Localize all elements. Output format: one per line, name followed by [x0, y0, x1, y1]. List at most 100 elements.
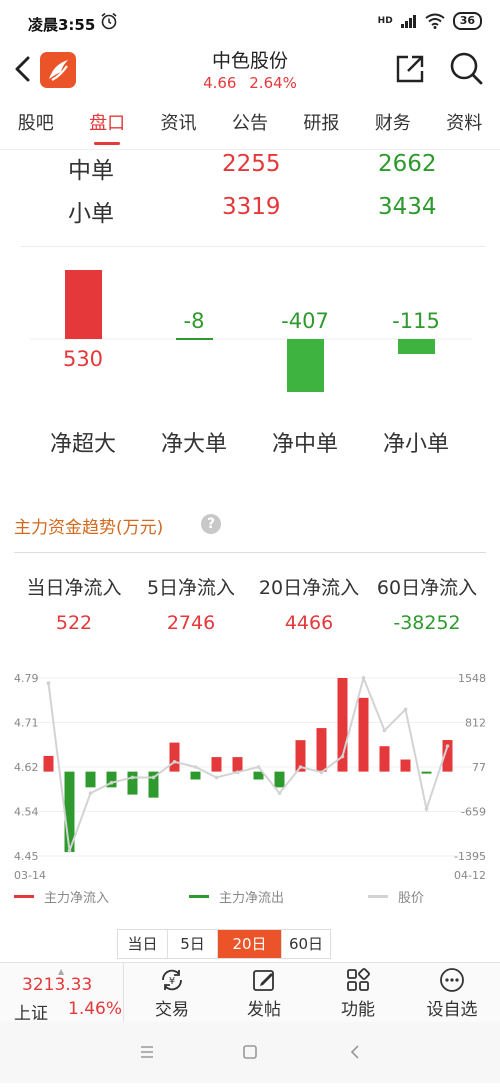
- net-value-medium: -407: [281, 309, 329, 333]
- period-selector: 当日 5日 20日 60日: [117, 929, 331, 959]
- net-label-large: 净大单: [160, 432, 227, 457]
- net-bar-super-large: [65, 270, 102, 339]
- y-right-tick: -1395: [454, 850, 486, 863]
- y-right-tick: 1548: [458, 672, 486, 685]
- status-icons: HD 36: [378, 12, 482, 30]
- flow-stat-value: -38252: [393, 612, 461, 634]
- status-time: 凌晨3:55: [28, 16, 96, 34]
- stock-header: 中色股份 4.66 2.64%: [0, 44, 500, 100]
- tab-profile[interactable]: 资料: [429, 100, 500, 149]
- tab-pankou[interactable]: 盘口: [71, 100, 142, 149]
- legend-swatch-price: [368, 895, 388, 898]
- nav-label: 交易: [155, 1000, 189, 1020]
- back-icon[interactable]: [350, 1045, 359, 1059]
- pencil-icon: [253, 970, 274, 991]
- period-20d[interactable]: 20日: [218, 930, 282, 958]
- flow-bar: [85, 771, 96, 788]
- y-left-tick: 4.54: [14, 806, 39, 819]
- legend-label: 主力净流入: [44, 891, 110, 906]
- more-dots-icon: [440, 968, 464, 992]
- order-row-label: 小单: [68, 201, 114, 227]
- y-right-tick: -659: [461, 806, 486, 819]
- period-5d[interactable]: 5日: [168, 930, 218, 958]
- help-icon[interactable]: ?: [201, 514, 221, 534]
- system-navigation-bar: [0, 1022, 500, 1083]
- chart-grid: [14, 677, 486, 857]
- tab-bar: 股吧 盘口 资讯 公告 研报 财务 资料: [0, 100, 500, 150]
- y-left-tick: 4.71: [14, 717, 39, 730]
- index-name: 上证: [14, 1004, 48, 1024]
- nav-label: 功能: [341, 1000, 375, 1020]
- order-row-inflow: 2255: [222, 151, 281, 177]
- order-row-inflow: 3319: [222, 194, 281, 220]
- legend-inflow: 主力净流入: [14, 887, 109, 906]
- legend-swatch-inflow: [14, 895, 34, 898]
- legend-label: 主力净流出: [219, 891, 285, 906]
- net-value-large: -8: [183, 309, 205, 333]
- functions-button[interactable]: 功能: [312, 963, 404, 1023]
- order-row-outflow: 2662: [378, 151, 437, 177]
- net-value-small: -115: [392, 309, 440, 333]
- tab-news[interactable]: 资讯: [143, 100, 214, 149]
- tab-research[interactable]: 研报: [286, 100, 357, 149]
- net-flow-chart: 530 -8 -407 -115 净超大 净大单 净中单 净小单: [0, 250, 500, 490]
- status-bar: 凌晨3:55 HD 36: [0, 0, 500, 44]
- flow-bar: [43, 755, 54, 772]
- flow-bar: [400, 759, 411, 772]
- tab-announcements[interactable]: 公告: [214, 100, 285, 149]
- flow-bar: [274, 771, 285, 788]
- search-icon[interactable]: [448, 50, 484, 86]
- grid-icon: [347, 968, 370, 991]
- add-watchlist-button[interactable]: 设自选: [406, 963, 498, 1023]
- flow-bar: [232, 757, 243, 772]
- flow-stat-60d: 60日净流入 -38252: [367, 573, 487, 634]
- home-icon[interactable]: [243, 1045, 257, 1059]
- nav-label: 设自选: [426, 1000, 478, 1020]
- legend-swatch-outflow: [189, 895, 209, 898]
- menu-icon[interactable]: [141, 1046, 153, 1058]
- legend-outflow: 主力净流出: [189, 887, 284, 906]
- flow-bar: [316, 728, 327, 772]
- net-bar-medium: [287, 339, 324, 392]
- flow-bar: [379, 746, 390, 772]
- legend-label: 股价: [398, 891, 425, 906]
- flow-stat-label: 5日净流入: [146, 577, 236, 599]
- flow-stat-label: 当日净流入: [26, 577, 122, 599]
- trend-title: 主力资金趋势(万元): [14, 518, 164, 538]
- flow-bar: [358, 697, 369, 772]
- chart-tick-labels: 4.79 1548 4.71 812 4.62 77 4.54 -659 4.45 -1395 03…: [14, 672, 486, 882]
- net-bar-small: [398, 339, 435, 354]
- index-value: 3213.33: [22, 975, 93, 995]
- flow-stat-label: 60日净流入: [376, 577, 478, 599]
- tab-guba[interactable]: 股吧: [0, 100, 71, 149]
- net-label-super-large: 净超大: [49, 432, 116, 457]
- period-today[interactable]: 当日: [118, 930, 168, 958]
- fund-flow-chart: 4.79 1548 4.71 812 4.62 77 4.54 -659 4.45 -1395 03…: [14, 672, 486, 882]
- bottom-toolbar: ▲ 3213.33 上证 1.46% ¥ 交易 发帖 功能 设自选: [0, 962, 500, 1024]
- hd-signal-text: HD: [377, 15, 393, 26]
- wifi-icon: [425, 13, 445, 29]
- flow-stat-value: 4466: [284, 612, 334, 634]
- battery-indicator: 36: [452, 12, 482, 30]
- net-value-super-large: 530: [62, 347, 104, 371]
- period-60d[interactable]: 60日: [282, 930, 330, 958]
- y-left-tick: 4.45: [14, 850, 39, 863]
- share-icon[interactable]: [393, 52, 427, 86]
- flow-stat-value: 2746: [166, 612, 216, 634]
- flow-bar: [190, 771, 201, 780]
- index-ticker[interactable]: ▲ 3213.33 上证 1.46%: [0, 963, 124, 1024]
- stock-change-pct: 2.64%: [249, 74, 297, 92]
- post-button[interactable]: 发帖: [218, 963, 310, 1023]
- tab-finance[interactable]: 财务: [357, 100, 428, 149]
- order-row-small: 小单 3319 3434: [0, 194, 500, 234]
- y-right-tick: 812: [465, 717, 486, 730]
- net-label-small: 净小单: [382, 432, 449, 457]
- chart-bars: [43, 676, 453, 853]
- y-right-tick: 77: [472, 761, 486, 774]
- order-row-outflow: 3434: [378, 194, 437, 220]
- svg-text:¥: ¥: [169, 976, 175, 987]
- flow-stat-label: 20日净流入: [258, 577, 360, 599]
- stock-price: 4.66: [203, 74, 237, 92]
- trade-button[interactable]: ¥ 交易: [126, 963, 218, 1023]
- y-left-tick: 4.79: [14, 672, 39, 685]
